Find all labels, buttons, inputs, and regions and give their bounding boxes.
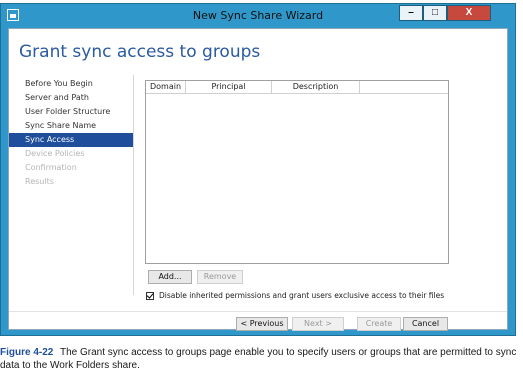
caption-text: The Grant sync access to groups page ena…	[0, 347, 517, 371]
wizard-steps: Before You Begin Server and Path User Fo…	[9, 77, 133, 189]
wizard-window: New Sync Share Wizard – □ X Grant sync a…	[0, 3, 516, 336]
disable-inheritance-checkbox[interactable]	[146, 291, 154, 300]
previous-button[interactable]: < Previous	[236, 317, 288, 331]
page-title: Grant sync access to groups	[19, 42, 261, 62]
create-button[interactable]: Create	[357, 317, 401, 331]
nav-item-sync-access[interactable]: Sync Access	[9, 133, 133, 147]
column-header-description[interactable]: Description	[272, 81, 360, 93]
close-button[interactable]: X	[447, 5, 491, 21]
title-bar[interactable]: New Sync Share Wizard – □ X	[1, 4, 515, 28]
footer-divider	[9, 311, 507, 312]
maximize-button[interactable]: □	[423, 5, 447, 21]
nav-item-user-folder-structure[interactable]: User Folder Structure	[9, 105, 133, 119]
next-button[interactable]: Next >	[292, 317, 344, 331]
disable-inheritance-label: Disable inherited permissions and grant …	[159, 291, 445, 300]
access-list-table[interactable]: Domain Principal Description	[145, 80, 449, 264]
minimize-button[interactable]: –	[399, 5, 423, 21]
figure-number: Figure 4-22	[0, 347, 54, 358]
nav-item-sync-share-name[interactable]: Sync Share Name	[9, 119, 133, 133]
nav-item-results: Results	[25, 177, 54, 186]
nav-item-device-policies: Device Policies	[25, 149, 85, 158]
column-header-principal[interactable]: Principal	[186, 81, 272, 93]
column-header-domain[interactable]: Domain	[146, 81, 186, 93]
nav-divider	[133, 75, 134, 295]
inherit-permissions-option[interactable]: Disable inherited permissions and grant …	[146, 291, 444, 300]
remove-button[interactable]: Remove	[197, 270, 243, 284]
cancel-button[interactable]: Cancel	[403, 317, 448, 331]
table-header: Domain Principal Description	[146, 81, 448, 94]
wizard-content: Grant sync access to groups Before You B…	[8, 28, 508, 331]
add-button[interactable]: Add...	[148, 270, 192, 284]
nav-item-confirmation: Confirmation	[25, 163, 77, 172]
nav-item-server-and-path[interactable]: Server and Path	[9, 91, 133, 105]
nav-item-before-you-begin[interactable]: Before You Begin	[9, 77, 133, 91]
figure-caption: Figure 4-22 The Grant sync access to gro…	[0, 346, 520, 372]
